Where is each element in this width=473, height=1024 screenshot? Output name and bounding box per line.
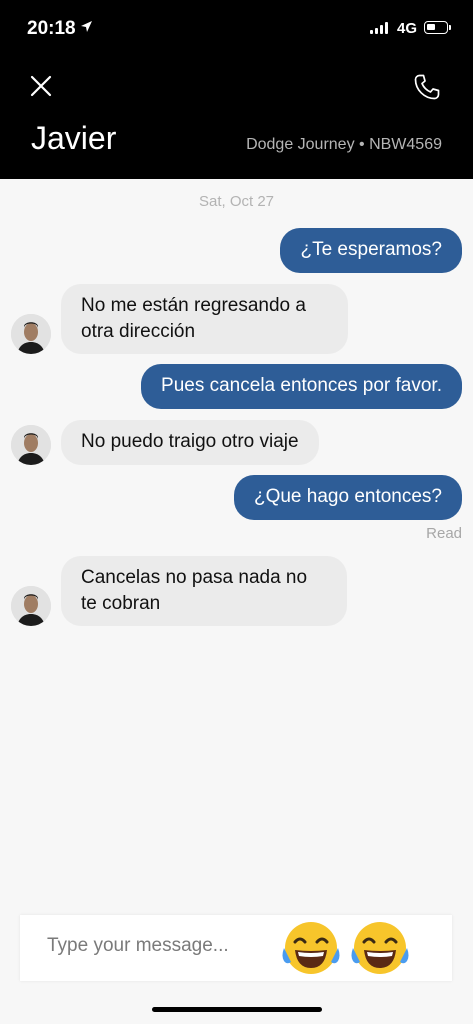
status-time: 20:18: [27, 18, 76, 39]
message-text: otra dirección: [81, 321, 196, 342]
date-separator: Sat, Oct 27: [198, 193, 275, 210]
driver-name: Javier: [31, 120, 117, 156]
message-text: te cobran: [81, 593, 161, 614]
incoming-message-bubble[interactable]: No me están regresando a otra dirección: [61, 284, 348, 354]
phone-icon[interactable]: [412, 72, 442, 102]
battery-icon: [424, 21, 448, 34]
incoming-message-bubble[interactable]: No puedo traigo otro viaje: [61, 420, 319, 465]
chat-header: 20:18 4G Javier Dodge Journey • NBW4569: [0, 0, 473, 179]
driver-photo: [11, 314, 51, 354]
location-arrow-icon: [81, 21, 92, 32]
message-input[interactable]: [47, 935, 277, 957]
message-text: No puedo traigo otro viaje: [81, 431, 299, 452]
tears-of-joy-emoji-icon[interactable]: [281, 918, 341, 978]
message-text: Cancelas no pasa nada no: [81, 567, 308, 588]
incoming-message-bubble[interactable]: Cancelas no pasa nada no te cobran: [61, 556, 347, 626]
driver-avatar: [11, 314, 51, 354]
message-text: Pues cancela entonces por favor.: [161, 375, 442, 396]
outgoing-message-bubble[interactable]: Pues cancela entonces por favor.: [141, 364, 462, 409]
message-text: ¿Te esperamos?: [300, 239, 442, 260]
message-text: ¿Que hago entonces?: [253, 486, 442, 507]
network-type: 4G: [397, 20, 418, 37]
driver-photo: [11, 425, 51, 465]
outgoing-message-bubble[interactable]: ¿Que hago entonces?: [233, 475, 462, 520]
driver-avatar: [11, 425, 51, 465]
home-indicator[interactable]: [152, 1007, 322, 1012]
message-text: No me están regresando a: [81, 295, 306, 316]
driver-photo: [11, 586, 51, 626]
close-icon[interactable]: [28, 73, 54, 99]
battery-tip: [449, 25, 451, 30]
tears-of-joy-emoji-icon[interactable]: [350, 918, 410, 978]
message-composer: [20, 915, 452, 981]
read-receipt: Read: [426, 525, 462, 542]
signal-icon: [370, 22, 388, 34]
outgoing-message-bubble[interactable]: ¿Te esperamos?: [280, 228, 462, 273]
driver-avatar: [11, 586, 51, 626]
vehicle-info: Dodge Journey • NBW4569: [246, 136, 442, 153]
